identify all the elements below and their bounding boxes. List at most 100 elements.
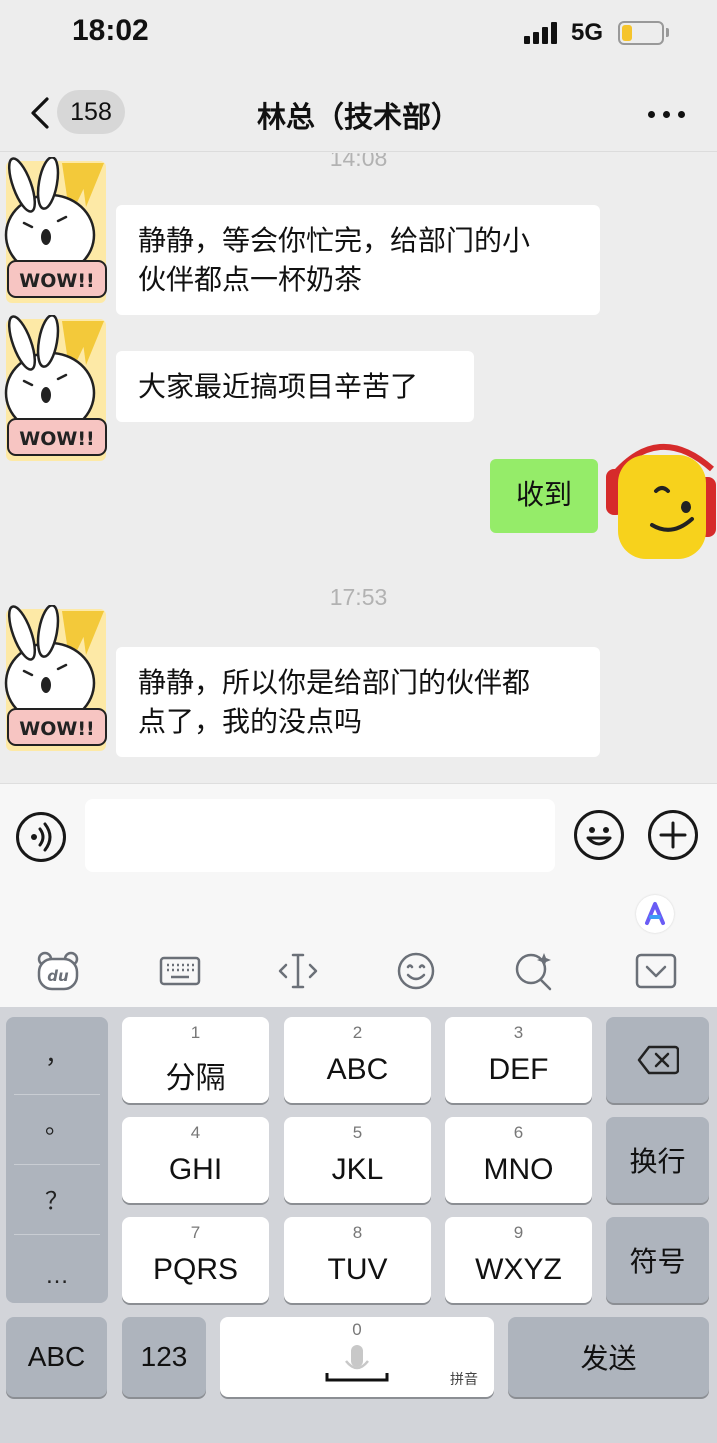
status-time: 18:02 xyxy=(72,14,149,47)
battery-icon xyxy=(618,21,664,45)
message-text: 大家最近搞项目辛苦了 xyxy=(138,370,419,403)
text-cursor-icon[interactable] xyxy=(276,949,320,993)
more-functions-button[interactable] xyxy=(648,810,698,860)
my-message-bubble[interactable]: 收到 xyxy=(490,459,598,533)
key-number: 8 xyxy=(352,1223,363,1242)
punctuation-column: ， 。 ？ … xyxy=(6,1017,108,1303)
message-text: 伙伴都点一杯奶茶 xyxy=(138,263,363,296)
voice-input-button[interactable] xyxy=(16,812,66,862)
key-number: 7 xyxy=(190,1223,201,1242)
key-2[interactable]: 2 ABC xyxy=(284,1017,431,1103)
key-label: DEF xyxy=(488,1053,549,1086)
key-6[interactable]: 6 MNO xyxy=(445,1117,592,1203)
message-input-bar xyxy=(0,783,717,887)
key-label: 分隔 xyxy=(165,1062,226,1095)
keyboard-switch-icon[interactable] xyxy=(158,949,202,993)
voice-wave-icon xyxy=(31,822,52,852)
message-text: 收到 xyxy=(515,478,572,511)
key-4[interactable]: 4 GHI xyxy=(122,1117,269,1203)
baidu-input-logo-icon[interactable]: du xyxy=(36,949,80,993)
number-switch-key[interactable]: 123 xyxy=(122,1317,206,1397)
network-label: 5G xyxy=(571,19,604,46)
key-number: 9 xyxy=(513,1223,524,1242)
key-5[interactable]: 5 JKL xyxy=(284,1117,431,1203)
more-options-button[interactable] xyxy=(642,94,692,134)
key-label: 123 xyxy=(140,1341,188,1372)
chat-header: 158 林总（技术部） xyxy=(0,72,717,152)
key-label: MNO xyxy=(483,1153,554,1186)
divider xyxy=(14,1164,100,1165)
smiley-face-icon xyxy=(586,827,612,846)
key-label: 换行 xyxy=(629,1146,686,1177)
key-number: 4 xyxy=(190,1123,201,1142)
bunny-sticker-avatar: WOW!! xyxy=(4,315,107,461)
smiley-block-avatar xyxy=(606,444,716,559)
key-number: 5 xyxy=(352,1123,363,1142)
message-text: 静静，等会你忙完，给部门的小 xyxy=(138,224,531,257)
message-list[interactable]: 14:08 WOW!! 静静，等会你忙完，给部门的小 伙伴都点一杯奶茶 WOW!… xyxy=(0,153,717,783)
dot-icon xyxy=(663,111,670,118)
sender-avatar[interactable]: WOW!! xyxy=(0,157,112,307)
punctuation-key[interactable]: ？ xyxy=(6,1167,108,1237)
key-label: GHI xyxy=(168,1153,223,1186)
dot-icon xyxy=(678,111,685,118)
my-avatar[interactable] xyxy=(600,429,717,565)
emoji-button[interactable] xyxy=(574,810,624,860)
message-text-field[interactable] xyxy=(85,799,555,872)
key-3[interactable]: 3 DEF xyxy=(445,1017,592,1103)
punctuation-key[interactable]: … xyxy=(6,1241,108,1311)
key-label: 符号 xyxy=(629,1246,686,1277)
collapse-keyboard-icon[interactable] xyxy=(634,949,678,993)
t9-keyboard: ， 。 ？ … 1 分隔 2 ABC 3 DEF 4 GHI 5 JKL 6 M… xyxy=(0,1007,717,1443)
key-label: 发送 xyxy=(580,1343,637,1374)
punctuation-key[interactable]: 。 xyxy=(6,1091,108,1161)
key-number: 3 xyxy=(513,1023,524,1042)
status-bar: 18:02 5G xyxy=(0,0,717,72)
plus-icon xyxy=(659,821,687,849)
key-number: 6 xyxy=(513,1123,524,1142)
key-9[interactable]: 9 WXYZ xyxy=(445,1217,592,1303)
symbols-key[interactable]: 符号 xyxy=(606,1217,709,1303)
key-label: JKL xyxy=(331,1153,384,1186)
key-number: 2 xyxy=(352,1023,363,1042)
backspace-icon xyxy=(637,1045,679,1075)
bunny-sticker-avatar: WOW!! xyxy=(4,605,107,751)
key-7[interactable]: 7 PQRS xyxy=(122,1217,269,1303)
key-label: WXYZ xyxy=(475,1253,562,1286)
key-label: ABC xyxy=(326,1053,389,1086)
message-bubble[interactable]: 大家最近搞项目辛苦了 xyxy=(116,351,474,422)
divider xyxy=(14,1234,100,1235)
key-number: 1 xyxy=(190,1023,201,1042)
ai-assistant-icon xyxy=(645,902,665,925)
key-label: ABC xyxy=(27,1341,86,1372)
avatar-caption: WOW!! xyxy=(19,718,94,740)
key-1[interactable]: 1 分隔 xyxy=(122,1017,269,1103)
key-8[interactable]: 8 TUV xyxy=(284,1217,431,1303)
newline-key[interactable]: 换行 xyxy=(606,1117,709,1203)
sender-avatar[interactable]: WOW!! xyxy=(0,315,112,465)
space-key[interactable]: 0 拼音 xyxy=(220,1317,494,1397)
ai-assistant-button[interactable] xyxy=(636,895,674,933)
message-text: 静静，所以你是给部门的伙伴都 xyxy=(138,666,531,699)
emoji-panel-icon[interactable] xyxy=(394,949,438,993)
key-number: 0 xyxy=(352,1320,362,1339)
dot-icon xyxy=(648,111,655,118)
chat-title: 林总（技术部） xyxy=(256,100,460,134)
send-key[interactable]: 发送 xyxy=(508,1317,709,1397)
signal-icon xyxy=(524,22,562,44)
svg-text:du: du xyxy=(47,967,69,985)
avatar-caption: WOW!! xyxy=(19,270,94,292)
avatar-caption: WOW!! xyxy=(19,428,94,450)
punctuation-key[interactable]: ， xyxy=(6,1021,108,1091)
bunny-sticker-avatar: WOW!! xyxy=(4,157,107,303)
battery-tip xyxy=(666,28,669,37)
keyboard-toolbar: du xyxy=(0,887,717,1007)
message-bubble[interactable]: 静静，等会你忙完，给部门的小 伙伴都点一杯奶茶 xyxy=(116,205,600,315)
sender-avatar[interactable]: WOW!! xyxy=(0,605,112,755)
microphone-icon xyxy=(325,1345,389,1382)
abc-switch-key[interactable]: ABC xyxy=(6,1317,107,1397)
smart-search-icon[interactable] xyxy=(512,949,556,993)
message-text: 点了，我的没点吗 xyxy=(138,705,363,738)
backspace-key[interactable] xyxy=(606,1017,709,1103)
message-bubble[interactable]: 静静，所以你是给部门的伙伴都 点了，我的没点吗 xyxy=(116,647,600,757)
